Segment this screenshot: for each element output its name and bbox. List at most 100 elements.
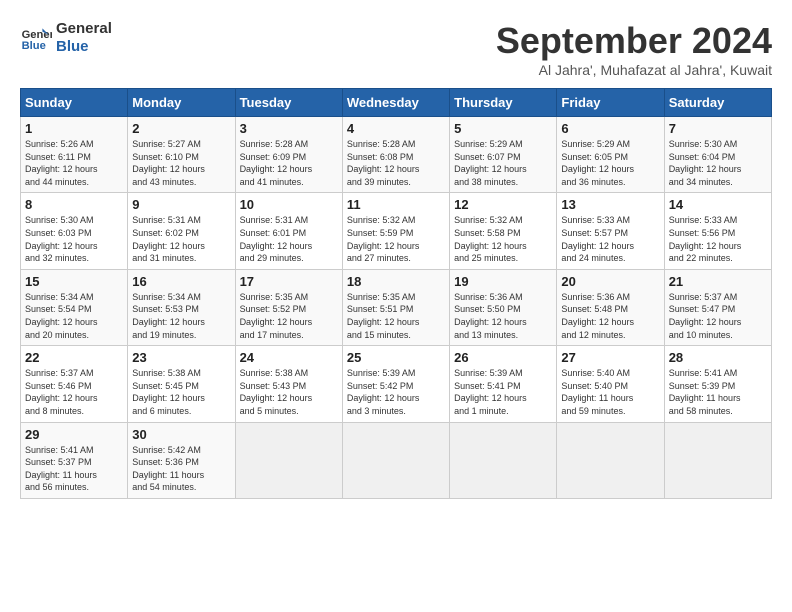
calendar-cell: 11Sunrise: 5:32 AMSunset: 5:59 PMDayligh…: [342, 193, 449, 269]
day-number: 29: [25, 427, 123, 442]
day-number: 23: [132, 350, 230, 365]
logo: General Blue General Blue: [20, 20, 112, 56]
calendar-cell: 28 Sunrise: 5:41 AMSunset: 5:39 PMDayligh…: [664, 346, 771, 422]
day-info: Sunrise: 5:28 AMSunset: 6:08 PMDaylight:…: [347, 138, 445, 188]
calendar-cell: [664, 422, 771, 498]
calendar-cell: 2Sunrise: 5:27 AMSunset: 6:10 PMDaylight…: [128, 117, 235, 193]
calendar-cell: 8 Sunrise: 5:30 AMSunset: 6:03 PMDaylight…: [21, 193, 128, 269]
calendar-cell: 7Sunrise: 5:30 AMSunset: 6:04 PMDaylight…: [664, 117, 771, 193]
calendar-cell: 27 Sunrise: 5:40 AMSunset: 5:40 PMDayligh…: [557, 346, 664, 422]
header: General Blue General Blue September 2024…: [20, 20, 772, 78]
weekday-header: Sunday: [21, 89, 128, 117]
day-number: 17: [240, 274, 338, 289]
calendar-cell: 3 Sunrise: 5:28 AMSunset: 6:09 PMDaylight…: [235, 117, 342, 193]
day-info: Sunrise: 5:28 AMSunset: 6:09 PMDaylight:…: [240, 138, 338, 188]
day-number: 30: [132, 427, 230, 442]
day-info: Sunrise: 5:35 AMSunset: 5:51 PMDaylight:…: [347, 291, 445, 341]
day-info: Sunrise: 5:37 AMSunset: 5:46 PMDaylight:…: [25, 367, 123, 417]
calendar-cell: 13 Sunrise: 5:33 AMSunset: 5:57 PMDayligh…: [557, 193, 664, 269]
day-number: 5: [454, 121, 552, 136]
day-number: 4: [347, 121, 445, 136]
day-number: 15: [25, 274, 123, 289]
day-info: Sunrise: 5:37 AMSunset: 5:47 PMDaylight:…: [669, 291, 767, 341]
calendar-cell: [557, 422, 664, 498]
weekday-header: Tuesday: [235, 89, 342, 117]
weekday-header: Monday: [128, 89, 235, 117]
day-number: 25: [347, 350, 445, 365]
calendar-week-row: 29Sunrise: 5:41 AMSunset: 5:37 PMDayligh…: [21, 422, 772, 498]
logo-icon: General Blue: [20, 22, 52, 54]
calendar-cell: 21 Sunrise: 5:37 AMSunset: 5:47 PMDayligh…: [664, 269, 771, 345]
day-info: Sunrise: 5:30 AMSunset: 6:04 PMDaylight:…: [669, 138, 767, 188]
calendar-cell: 25 Sunrise: 5:39 AMSunset: 5:42 PMDayligh…: [342, 346, 449, 422]
location-title: Al Jahra', Muhafazat al Jahra', Kuwait: [496, 62, 772, 78]
calendar-cell: 26 Sunrise: 5:39 AMSunset: 5:41 PMDayligh…: [450, 346, 557, 422]
day-info: Sunrise: 5:36 AMSunset: 5:50 PMDaylight:…: [454, 291, 552, 341]
day-number: 13: [561, 197, 659, 212]
day-number: 27: [561, 350, 659, 365]
calendar-week-row: 22 Sunrise: 5:37 AMSunset: 5:46 PMDayligh…: [21, 346, 772, 422]
day-number: 9: [132, 197, 230, 212]
month-title: September 2024: [496, 20, 772, 62]
day-number: 18: [347, 274, 445, 289]
day-number: 21: [669, 274, 767, 289]
day-info: Sunrise: 5:38 AMSunset: 5:45 PMDaylight:…: [132, 367, 230, 417]
day-info: Sunrise: 5:34 AMSunset: 5:54 PMDaylight:…: [25, 291, 123, 341]
calendar-week-row: 1 Sunrise: 5:26 AMSunset: 6:11 PMDaylight…: [21, 117, 772, 193]
day-info: Sunrise: 5:36 AMSunset: 5:48 PMDaylight:…: [561, 291, 659, 341]
day-number: 3: [240, 121, 338, 136]
calendar-cell: 19Sunrise: 5:36 AMSunset: 5:50 PMDayligh…: [450, 269, 557, 345]
day-info: Sunrise: 5:30 AMSunset: 6:03 PMDaylight:…: [25, 214, 123, 264]
day-info: Sunrise: 5:39 AMSunset: 5:41 PMDaylight:…: [454, 367, 552, 417]
day-info: Sunrise: 5:33 AMSunset: 5:56 PMDaylight:…: [669, 214, 767, 264]
day-info: Sunrise: 5:31 AMSunset: 6:01 PMDaylight:…: [240, 214, 338, 264]
day-info: Sunrise: 5:32 AMSunset: 5:58 PMDaylight:…: [454, 214, 552, 264]
day-number: 8: [25, 197, 123, 212]
calendar-cell: 23 Sunrise: 5:38 AMSunset: 5:45 PMDayligh…: [128, 346, 235, 422]
day-number: 6: [561, 121, 659, 136]
calendar-cell: 17Sunrise: 5:35 AMSunset: 5:52 PMDayligh…: [235, 269, 342, 345]
day-number: 26: [454, 350, 552, 365]
calendar-cell: 6Sunrise: 5:29 AMSunset: 6:05 PMDaylight…: [557, 117, 664, 193]
calendar-week-row: 8 Sunrise: 5:30 AMSunset: 6:03 PMDaylight…: [21, 193, 772, 269]
logo-line2: Blue: [56, 38, 112, 56]
calendar-cell: 24Sunrise: 5:38 AMSunset: 5:43 PMDayligh…: [235, 346, 342, 422]
day-number: 2: [132, 121, 230, 136]
weekday-header: Friday: [557, 89, 664, 117]
day-info: Sunrise: 5:26 AMSunset: 6:11 PMDaylight:…: [25, 138, 123, 188]
day-info: Sunrise: 5:38 AMSunset: 5:43 PMDaylight:…: [240, 367, 338, 417]
calendar-cell: 14 Sunrise: 5:33 AMSunset: 5:56 PMDayligh…: [664, 193, 771, 269]
calendar-cell: 22 Sunrise: 5:37 AMSunset: 5:46 PMDayligh…: [21, 346, 128, 422]
day-number: 28: [669, 350, 767, 365]
svg-text:Blue: Blue: [22, 40, 46, 52]
calendar-cell: 20 Sunrise: 5:36 AMSunset: 5:48 PMDayligh…: [557, 269, 664, 345]
calendar-cell: 9Sunrise: 5:31 AMSunset: 6:02 PMDaylight…: [128, 193, 235, 269]
calendar-table: SundayMondayTuesdayWednesdayThursdayFrid…: [20, 88, 772, 499]
calendar-cell: 12 Sunrise: 5:32 AMSunset: 5:58 PMDayligh…: [450, 193, 557, 269]
day-info: Sunrise: 5:29 AMSunset: 6:07 PMDaylight:…: [454, 138, 552, 188]
day-number: 1: [25, 121, 123, 136]
day-info: Sunrise: 5:33 AMSunset: 5:57 PMDaylight:…: [561, 214, 659, 264]
weekday-header-row: SundayMondayTuesdayWednesdayThursdayFrid…: [21, 89, 772, 117]
day-number: 22: [25, 350, 123, 365]
calendar-cell: 5 Sunrise: 5:29 AMSunset: 6:07 PMDaylight…: [450, 117, 557, 193]
day-info: Sunrise: 5:42 AMSunset: 5:36 PMDaylight:…: [132, 444, 230, 494]
day-number: 12: [454, 197, 552, 212]
day-info: Sunrise: 5:40 AMSunset: 5:40 PMDaylight:…: [561, 367, 659, 417]
calendar-cell: 1 Sunrise: 5:26 AMSunset: 6:11 PMDaylight…: [21, 117, 128, 193]
title-area: September 2024 Al Jahra', Muhafazat al J…: [496, 20, 772, 78]
day-info: Sunrise: 5:32 AMSunset: 5:59 PMDaylight:…: [347, 214, 445, 264]
weekday-header: Thursday: [450, 89, 557, 117]
day-number: 20: [561, 274, 659, 289]
day-info: Sunrise: 5:39 AMSunset: 5:42 PMDaylight:…: [347, 367, 445, 417]
calendar-cell: [450, 422, 557, 498]
day-info: Sunrise: 5:41 AMSunset: 5:39 PMDaylight:…: [669, 367, 767, 417]
calendar-cell: 4 Sunrise: 5:28 AMSunset: 6:08 PMDaylight…: [342, 117, 449, 193]
svg-text:General: General: [22, 29, 52, 41]
calendar-cell: 29Sunrise: 5:41 AMSunset: 5:37 PMDayligh…: [21, 422, 128, 498]
day-number: 14: [669, 197, 767, 212]
calendar-cell: 10Sunrise: 5:31 AMSunset: 6:01 PMDayligh…: [235, 193, 342, 269]
logo-line1: General: [56, 20, 112, 38]
weekday-header: Wednesday: [342, 89, 449, 117]
calendar-cell: 30 Sunrise: 5:42 AMSunset: 5:36 PMDayligh…: [128, 422, 235, 498]
